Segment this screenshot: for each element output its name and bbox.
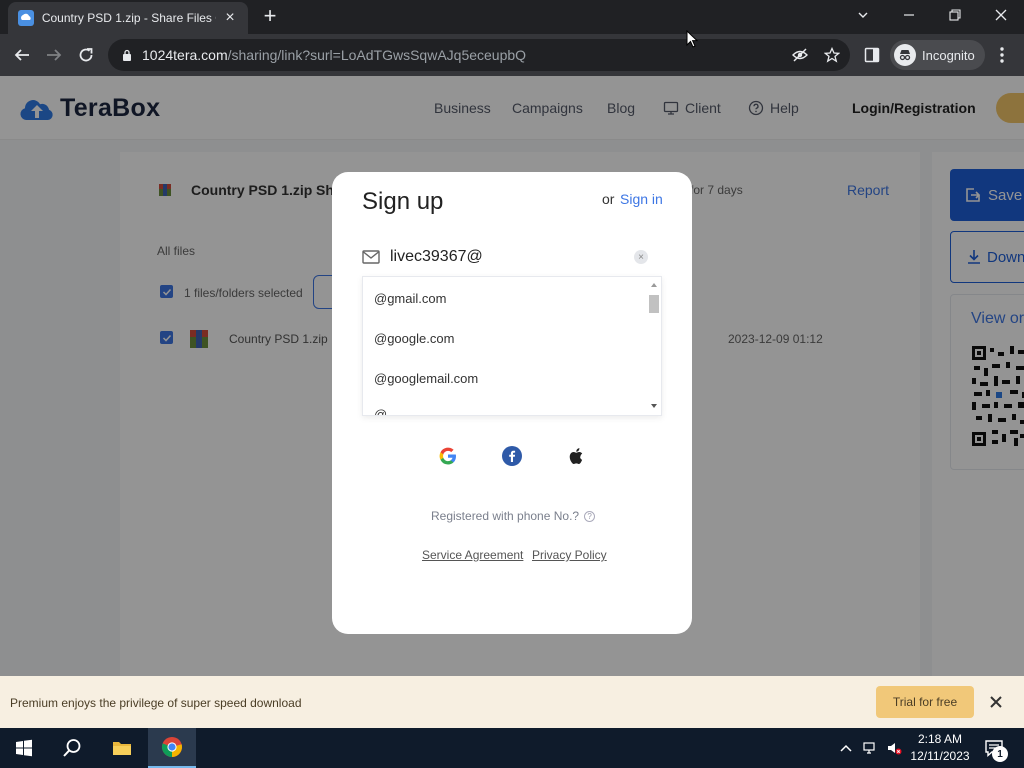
restore-button[interactable]: [932, 0, 978, 30]
promo-text: Premium enjoys the privilege of super sp…: [10, 696, 302, 710]
dialog-title: Sign up: [362, 188, 444, 215]
question-mark-icon[interactable]: ?: [584, 510, 596, 522]
chrome-menu-icon[interactable]: [994, 45, 1010, 65]
clock-date: 12/11/2023: [910, 749, 970, 763]
chrome-taskbar-button[interactable]: [148, 728, 196, 768]
phone-registration-label: Registered with phone No.?: [431, 509, 580, 523]
url-host: 1024tera.com: [142, 47, 228, 63]
forward-button[interactable]: [42, 43, 66, 67]
windows-taskbar: 2:18 AM 12/11/2023 1: [0, 728, 1024, 768]
url-path: /sharing/link?surl=LoAdTGwsSqwAJq5eceupb…: [227, 47, 527, 63]
system-clock[interactable]: 2:18 AM 12/11/2023: [906, 731, 974, 765]
side-panel-icon[interactable]: [864, 47, 880, 63]
browser-tab[interactable]: Country PSD 1.zip - Share Files O ×: [8, 2, 248, 34]
facebook-icon: [502, 446, 522, 466]
apple-icon: [569, 448, 583, 464]
incognito-icon: [894, 44, 916, 66]
suggestion-item[interactable]: @google.com: [374, 331, 454, 346]
sign-in-link[interactable]: Sign in: [620, 191, 663, 207]
scroll-up-arrow-icon[interactable]: [650, 282, 658, 288]
bookmark-star-icon[interactable]: [824, 47, 840, 63]
trial-for-free-button[interactable]: Trial for free: [876, 686, 974, 718]
start-button[interactable]: [0, 728, 48, 768]
eye-off-icon[interactable]: [792, 47, 808, 63]
page-viewport: TeraBox Business Campaigns Blog Client H…: [0, 76, 1024, 728]
facebook-signin-button[interactable]: [500, 444, 524, 468]
dropdown-scrollbar[interactable]: [647, 279, 659, 413]
apple-signin-button[interactable]: [564, 444, 588, 468]
search-icon: [63, 739, 81, 757]
windows-start-icon: [16, 739, 32, 757]
network-icon[interactable]: [862, 740, 878, 756]
scrollbar-thumb[interactable]: [649, 295, 659, 313]
incognito-label: Incognito: [922, 47, 975, 63]
scroll-down-arrow-icon[interactable]: [650, 403, 658, 409]
tab-close-icon[interactable]: ×: [222, 9, 238, 27]
minimize-button[interactable]: [886, 0, 932, 30]
signup-dialog: Sign up or Sign in × @gmail.com @google.…: [332, 172, 692, 634]
volume-muted-icon[interactable]: [886, 740, 902, 756]
privacy-policy-link[interactable]: Privacy Policy: [532, 548, 607, 562]
notification-count-badge: 1: [992, 746, 1008, 762]
phone-registration-hint[interactable]: Registered with phone No.? ?: [431, 509, 596, 523]
close-icon[interactable]: [987, 693, 1005, 711]
google-icon: [439, 447, 456, 465]
back-button[interactable]: [10, 43, 34, 67]
address-bar[interactable]: 1024tera.com/sharing/link?surl=LoAdTGwsS…: [108, 39, 850, 71]
incognito-badge[interactable]: Incognito: [890, 40, 985, 70]
mouse-cursor-icon: [686, 30, 698, 48]
premium-promo-bar: Premium enjoys the privilege of super sp…: [0, 676, 1024, 728]
tray-overflow-chevron-icon[interactable]: [838, 740, 854, 756]
suggestion-item[interactable]: @googlemail.com: [374, 371, 478, 386]
service-agreement-link[interactable]: Service Agreement: [422, 548, 523, 562]
lock-icon: [123, 49, 131, 61]
close-window-button[interactable]: [978, 0, 1024, 30]
taskbar-search-button[interactable]: [48, 728, 96, 768]
suggestion-item[interactable]: @gmail.com: [374, 291, 446, 306]
google-signin-button[interactable]: [436, 444, 460, 468]
browser-toolbar: 1024tera.com/sharing/link?surl=LoAdTGwsS…: [0, 34, 1024, 76]
chrome-icon: [161, 737, 182, 758]
terabox-favicon-icon: [18, 10, 34, 26]
url-text: 1024tera.com/sharing/link?surl=LoAdTGwsS…: [142, 47, 526, 63]
email-input[interactable]: [390, 244, 620, 270]
reload-button[interactable]: [74, 43, 98, 67]
file-explorer-icon: [113, 742, 131, 755]
browser-tab-strip: Country PSD 1.zip - Share Files O × +: [0, 0, 1024, 34]
email-suggestion-dropdown: @gmail.com @google.com @googlemail.com @…: [362, 276, 662, 416]
mail-icon: [362, 250, 380, 264]
clock-time: 2:18 AM: [917, 732, 963, 746]
suggestion-item[interactable]: @...: [374, 407, 398, 415]
tab-title: Country PSD 1.zip - Share Files O: [41, 11, 217, 25]
new-tab-button[interactable]: +: [258, 5, 282, 29]
or-label: or: [602, 191, 615, 207]
tab-search-icon[interactable]: [840, 0, 886, 30]
file-explorer-taskbar-button[interactable]: [98, 728, 146, 768]
clear-input-icon[interactable]: ×: [634, 250, 648, 264]
